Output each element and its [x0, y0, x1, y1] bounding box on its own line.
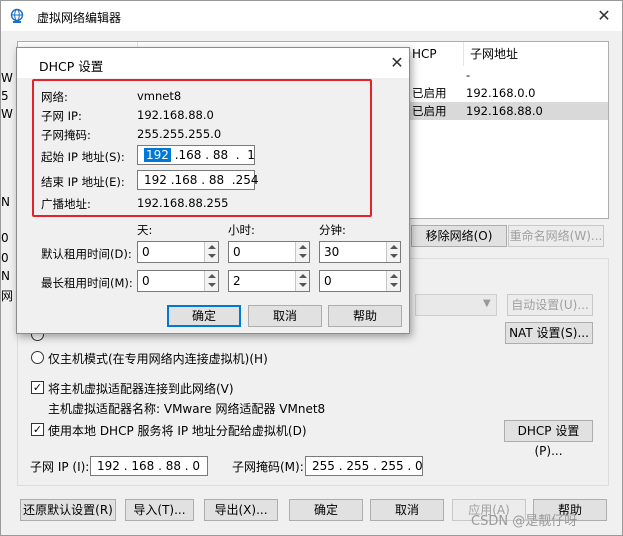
- obscured-row-fragment: 5: [1, 89, 9, 103]
- days-label: 天:: [137, 223, 153, 237]
- obscured-row-fragment: N: [1, 269, 10, 283]
- adapter-name-text: 主机虚拟适配器名称: VMware 网络适配器 VMnet8: [48, 402, 326, 416]
- chevron-down-icon[interactable]: [208, 254, 216, 258]
- connect-adapter-label: 将主机虚拟适配器连接到此网络(V): [48, 382, 234, 396]
- broadcast-label: 广播地址:: [41, 197, 91, 211]
- broadcast-value: 192.168.88.255: [137, 196, 229, 210]
- table-cell-subnet: 192.168.88.0: [466, 104, 543, 118]
- default-lease-hours-stepper[interactable]: 0: [228, 241, 310, 263]
- dialog-ok-button[interactable]: 确定: [167, 305, 241, 327]
- obscured-row-fragment: 0: [1, 231, 9, 245]
- nat-settings-button[interactable]: NAT 设置(S)...: [505, 322, 593, 344]
- end-ip-field[interactable]: 192 .168 . 88 .254: [137, 170, 259, 190]
- host-only-radio[interactable]: [31, 351, 44, 364]
- max-lease-label: 最长租用时间(M):: [41, 276, 133, 290]
- dhcp-settings-dialog: DHCP 设置 ✕ 网络: vmnet8 子网 IP: 192.168.88.0…: [16, 47, 410, 334]
- default-lease-label: 默认租用时间(D):: [41, 247, 132, 261]
- connect-adapter-checkbox[interactable]: ✓: [31, 381, 44, 394]
- default-lease-days-stepper[interactable]: 0: [137, 241, 219, 263]
- subnet-ip-field[interactable]: 192 . 168 . 88 . 0: [90, 456, 208, 476]
- hours-label: 小时:: [228, 223, 255, 237]
- chevron-down-icon[interactable]: [299, 283, 307, 287]
- obscured-row-fragment: N: [1, 195, 10, 209]
- column-header-dhcp[interactable]: HCP: [406, 42, 464, 66]
- obscured-row-fragment: W: [1, 71, 13, 85]
- end-ip-label: 结束 IP 地址(E):: [41, 175, 125, 189]
- spin-buttons[interactable]: [295, 271, 309, 291]
- start-ip-selected-octet: 192: [144, 148, 171, 162]
- export-button[interactable]: 导出(X)...: [204, 499, 278, 521]
- stepper-value: 0: [142, 245, 150, 259]
- start-ip-rest: .168 . 88 . 1: [170, 148, 255, 162]
- title-bar: 虚拟网络编辑器 ✕: [1, 1, 622, 31]
- dialog-help-button[interactable]: 帮助: [328, 305, 402, 327]
- max-lease-hours-stepper[interactable]: 2: [228, 270, 310, 292]
- spin-buttons[interactable]: [204, 242, 218, 262]
- subnet-ip-value: 192.168.88.0: [137, 108, 214, 122]
- stepper-value: 2: [233, 274, 241, 288]
- use-dhcp-checkbox[interactable]: ✓: [31, 423, 44, 436]
- cancel-button[interactable]: 取消: [370, 499, 444, 521]
- close-icon[interactable]: ✕: [593, 5, 615, 27]
- dialog-title: DHCP 设置: [39, 59, 104, 74]
- close-icon[interactable]: ✕: [387, 52, 407, 74]
- network-value: vmnet8: [137, 89, 182, 103]
- chevron-down-icon: ▼: [483, 298, 491, 309]
- obscured-row-fragment: W: [1, 107, 13, 121]
- chevron-down-icon[interactable]: [390, 283, 398, 287]
- obscured-row-fragment: 0: [1, 251, 9, 265]
- chevron-up-icon[interactable]: [390, 245, 398, 249]
- import-button[interactable]: 导入(T)...: [125, 499, 194, 521]
- stepper-value: 30: [324, 245, 340, 259]
- max-lease-days-stepper[interactable]: 0: [137, 270, 219, 292]
- dialog-cancel-button[interactable]: 取消: [248, 305, 322, 327]
- minutes-label: 分钟:: [319, 223, 346, 237]
- stepper-value: 0: [324, 274, 332, 288]
- dhcp-settings-button[interactable]: DHCP 设置(P)...: [504, 420, 593, 458]
- auto-settings-button[interactable]: 自动设置(U)...: [507, 294, 593, 316]
- default-lease-minutes-stepper[interactable]: 30: [319, 241, 401, 263]
- spin-buttons[interactable]: [386, 242, 400, 262]
- spin-buttons[interactable]: [204, 271, 218, 291]
- dialog-title-bar: DHCP 设置 ✕: [17, 48, 409, 78]
- network-globe-icon: [10, 8, 24, 23]
- table-cell-subnet: 192.168.0.0: [466, 86, 536, 100]
- rename-network-button[interactable]: 重命名网络(W)...: [508, 225, 604, 247]
- use-dhcp-label: 使用本地 DHCP 服务将 IP 地址分配给虚拟机(D): [48, 424, 307, 438]
- remove-network-button[interactable]: 移除网络(O): [411, 225, 507, 247]
- table-cell-subnet: -: [466, 68, 471, 82]
- spin-buttons[interactable]: [386, 271, 400, 291]
- chevron-down-icon[interactable]: [208, 283, 216, 287]
- table-cell-dhcp: 已启用: [412, 86, 447, 100]
- subnet-ip-label: 子网 IP:: [41, 109, 82, 123]
- obscured-row-fragment: 网: [1, 289, 14, 303]
- subnet-mask-value: 255.255.255.0: [137, 127, 222, 141]
- window-title: 虚拟网络编辑器: [37, 11, 122, 25]
- chevron-up-icon[interactable]: [299, 274, 307, 278]
- chevron-down-icon[interactable]: [390, 254, 398, 258]
- chevron-up-icon[interactable]: [299, 245, 307, 249]
- network-label: 网络:: [41, 90, 68, 104]
- max-lease-minutes-stepper[interactable]: 0: [319, 270, 401, 292]
- host-only-label: 仅主机模式(在专用网络内连接虚拟机)(H): [48, 352, 268, 366]
- chevron-up-icon[interactable]: [390, 274, 398, 278]
- subnet-mask-label: 子网掩码(M):: [232, 460, 304, 474]
- spin-buttons[interactable]: [295, 242, 309, 262]
- chevron-up-icon[interactable]: [208, 274, 216, 278]
- chevron-up-icon[interactable]: [208, 245, 216, 249]
- subnet-mask-field[interactable]: 255 . 255 . 255 . 0: [305, 456, 423, 476]
- watermark-text: CSDN @是靓仔呀: [471, 514, 578, 529]
- stepper-value: 0: [142, 274, 150, 288]
- start-ip-field[interactable]: 192 .168 . 88 . 1: [137, 145, 255, 165]
- subnet-ip-label: 子网 IP (I):: [30, 460, 90, 474]
- ok-button[interactable]: 确定: [289, 499, 363, 521]
- start-ip-label: 起始 IP 地址(S):: [41, 150, 125, 164]
- column-header-subnet[interactable]: 子网地址: [464, 42, 610, 66]
- stepper-value: 0: [233, 245, 241, 259]
- restore-defaults-button[interactable]: 还原默认设置(R): [20, 499, 116, 521]
- chevron-down-icon[interactable]: [299, 254, 307, 258]
- subnet-mask-label: 子网掩码:: [41, 128, 91, 142]
- table-cell-dhcp: 已启用: [412, 104, 447, 118]
